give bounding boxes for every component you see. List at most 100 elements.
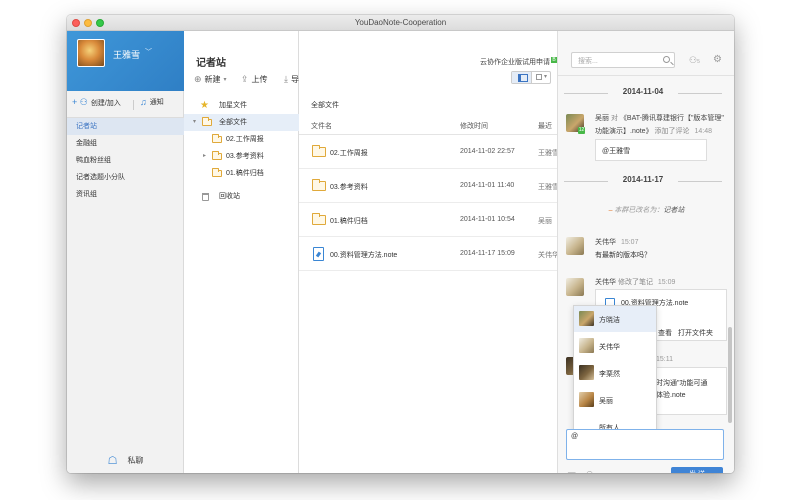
chat-scrollbar[interactable] <box>728 327 732 423</box>
group-item[interactable]: 记者站 <box>67 118 184 135</box>
message-user[interactable]: 关伟华 <box>595 239 616 246</box>
list-view-icon[interactable] <box>512 72 532 83</box>
title-bar: YouDaoNote-Cooperation <box>67 15 734 31</box>
column-last[interactable]: 最近 <box>538 121 552 131</box>
avatar <box>579 338 594 353</box>
avatar[interactable] <box>77 39 105 67</box>
file-row[interactable]: 00.资料管理方法.note 2014-11-17 15:09 关伟华 <box>299 238 559 271</box>
gear-icon[interactable]: ⚙ <box>713 54 722 65</box>
comment-count-badge: 12 <box>578 127 585 134</box>
tree-folder-item[interactable]: 01.稿件归档 <box>184 165 299 182</box>
tree-folder-item[interactable]: 02.工作周报 <box>184 131 299 148</box>
avatar[interactable] <box>566 278 584 296</box>
file-row[interactable]: 02.工作周报 2014-11-02 22:57 王雅雪 <box>299 136 559 169</box>
message-note-title-1[interactable]: 《BAT-腾讯尊建银行【"版本管理" <box>620 115 724 122</box>
open-folder-link[interactable]: 打开文件夹 <box>678 328 713 338</box>
avatar <box>579 311 594 326</box>
file-row[interactable]: 01.稿件归档 2014-11-01 10:54 吴丽 <box>299 204 557 237</box>
profile-header[interactable]: 王雅雪 ﹀ <box>67 31 184 91</box>
column-modified[interactable]: 修改时间 <box>460 121 488 131</box>
new-button[interactable]: ⊕ 新建 ▾ <box>194 74 227 85</box>
create-join-button[interactable]: + ⚇ 创建/加入 <box>72 97 121 108</box>
message-input[interactable]: @ <box>566 429 724 460</box>
divider <box>558 75 734 76</box>
mention-item[interactable]: 方晓洁 <box>574 306 656 332</box>
view-toggle[interactable]: ▾ <box>511 71 551 84</box>
message-header-line2: 功能演示】.note》 添加了评论 14:48 <box>595 126 712 136</box>
trash-icon <box>202 193 209 201</box>
file-row[interactable]: 03.参考资料 2014-11-01 11:40 王雅雪 <box>299 170 559 203</box>
trash-label: 回收站 <box>219 193 240 200</box>
chat-search-input[interactable]: 搜索... <box>571 52 675 68</box>
system-dash: – <box>608 207 613 214</box>
comment-card[interactable]: @王雅雪 <box>595 139 707 161</box>
grid-view-icon[interactable] <box>536 74 542 80</box>
chevron-down-icon[interactable]: ﹀ <box>145 47 152 57</box>
username[interactable]: 王雅雪 <box>113 48 140 61</box>
chevron-right-icon[interactable]: ▸ <box>203 148 206 165</box>
message-user[interactable]: 关伟华 <box>595 279 616 286</box>
nav-actions: + ⚇ 创建/加入 ♫ 通知 <box>67 97 184 115</box>
create-join-label: 创建/加入 <box>90 99 121 107</box>
file-date: 2014-11-02 22:57 <box>460 148 515 155</box>
file-name: 02.工作周报 <box>330 150 368 157</box>
bell-icon: ♫ <box>140 97 147 107</box>
chevron-down-icon[interactable]: ▾ <box>193 114 196 131</box>
enterprise-trial-link[interactable]: 云协作企业版试用申请 B <box>480 57 557 67</box>
all-files-item[interactable]: ▾ 全部文件 <box>184 114 299 131</box>
breadcrumb[interactable]: 全部文件 <box>311 100 339 110</box>
search-placeholder: 搜索... <box>578 58 598 65</box>
view-link[interactable]: 查看 <box>658 328 672 338</box>
mention-name: 李栗然 <box>599 371 620 378</box>
message-header: 关伟华 修改了笔记 15:09 <box>595 277 675 287</box>
folder-icon <box>212 168 222 177</box>
folder-tree-panel: 记者站 ⊕ 新建 ▾ ⇪ 上传 ⤓ 导入笔记 ★ 加星文件 ▾ 全部文件 <box>184 31 323 473</box>
system-group-name: 记者站 <box>663 207 685 214</box>
trash-item[interactable]: 回收站 <box>184 188 299 205</box>
tree-items: ★ 加星文件 ▾ 全部文件 02.工作周报 ▸ 03.参考资料 01.稿件归档 <box>184 97 299 205</box>
comment-text: @王雅雪 <box>602 148 631 155</box>
message-input-text: @ <box>571 433 579 440</box>
private-chat-button[interactable]: ☖ 私聊 <box>67 454 184 467</box>
file-name: 03.参考资料 <box>330 184 368 191</box>
notify-button[interactable]: ♫ 通知 <box>140 97 164 107</box>
chevron-down-icon[interactable]: ▾ <box>544 73 547 80</box>
folder-icon <box>312 179 326 191</box>
member-count: 5 <box>697 59 700 65</box>
message-text: 有最新的版本吗？ <box>595 252 651 259</box>
note-file-icon <box>313 247 324 261</box>
file-editor: 吴丽 <box>538 218 552 225</box>
notebook-title: 记者站 <box>196 58 226 69</box>
send-button[interactable]: 发 送 <box>671 467 723 473</box>
mention-item[interactable]: 李栗然 <box>574 360 656 386</box>
message-user[interactable]: 吴丽 <box>595 115 609 122</box>
upload-button[interactable]: ⇪ 上传 <box>241 74 268 85</box>
group-item[interactable]: 记者选题小分队 <box>67 169 184 186</box>
avatar[interactable] <box>566 237 584 255</box>
search-icon[interactable] <box>663 56 670 63</box>
avatar <box>579 365 594 380</box>
column-name[interactable]: 文件名 <box>311 121 332 131</box>
starred-files-item[interactable]: ★ 加星文件 <box>184 97 299 114</box>
message-verb: 对 <box>610 115 618 122</box>
image-icon[interactable]: ▭ <box>567 469 576 473</box>
tree-folder-item[interactable]: ▸ 03.参考资料 <box>184 148 299 165</box>
members-icon[interactable]: ⚇5 <box>689 55 700 66</box>
window-title: YouDaoNote-Cooperation <box>354 18 447 27</box>
group-item[interactable]: 资讯组 <box>67 186 184 203</box>
folder-icon <box>202 117 212 126</box>
app-window: YouDaoNote-Cooperation 王雅雪 ﹀ + ⚇ 创建/加入 ♫… <box>67 15 734 473</box>
mention-item[interactable]: 关伟华 <box>574 333 656 359</box>
emoji-icon[interactable]: ☺ <box>584 469 594 473</box>
chat-panel: 搜索... ⚇5 ⚙ 2014-11-04 12 吴丽 对 《BAT-腾讯尊建银… <box>557 31 734 473</box>
system-prefix: 本群已改名为： <box>614 207 664 214</box>
group-list: 记者站 金融组 鸭血粉丝组 记者选题小分队 资讯组 <box>67 117 184 203</box>
mention-item[interactable]: 吴丽 <box>574 387 656 413</box>
tree-folder-label: 02.工作周报 <box>226 136 264 143</box>
group-item[interactable]: 鸭血粉丝组 <box>67 152 184 169</box>
file-list-panel: 云协作企业版试用申请 B ▾ 全部文件 文件名 修改时间 最近 02.工作周报 2… <box>299 31 559 473</box>
avatar <box>579 392 594 407</box>
message-note-title-2[interactable]: 功能演示】.note》 <box>595 128 653 135</box>
group-item[interactable]: 金融组 <box>67 135 184 152</box>
compose-tools: ▭ ☺ <box>567 469 595 473</box>
